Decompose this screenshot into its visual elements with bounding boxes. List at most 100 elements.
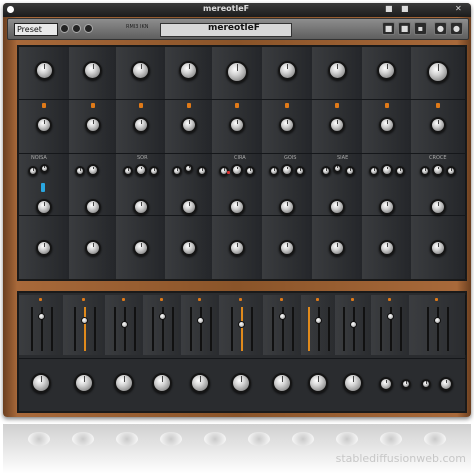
load-icon[interactable]: ■ <box>398 22 411 35</box>
control-knob[interactable] <box>308 373 328 393</box>
control-knob[interactable] <box>427 61 449 83</box>
fader-track[interactable] <box>190 307 192 351</box>
small-knob[interactable] <box>269 166 279 176</box>
control-knob[interactable] <box>432 164 444 176</box>
small-knob[interactable] <box>74 166 85 176</box>
control-knob[interactable] <box>430 199 446 215</box>
fader-track[interactable] <box>380 307 382 351</box>
control-knob[interactable] <box>231 164 243 176</box>
control-knob[interactable] <box>229 240 245 256</box>
control-knob[interactable] <box>184 164 193 173</box>
fader-track[interactable] <box>172 307 174 351</box>
fader-track[interactable] <box>343 307 345 351</box>
control-knob[interactable] <box>378 117 395 133</box>
control-knob[interactable] <box>229 199 245 215</box>
control-knob[interactable] <box>272 373 292 393</box>
fader-cap[interactable] <box>387 313 394 320</box>
control-knob[interactable] <box>378 240 395 256</box>
maximize-icon[interactable]: ■ <box>401 4 409 13</box>
fader-track[interactable] <box>152 307 154 351</box>
control-knob[interactable] <box>131 61 150 80</box>
control-knob[interactable] <box>36 240 52 256</box>
fader-track[interactable] <box>328 307 330 351</box>
control-knob[interactable] <box>34 61 54 80</box>
control-knob[interactable] <box>132 240 149 256</box>
control-knob[interactable] <box>377 61 396 80</box>
control-knob[interactable] <box>281 164 293 176</box>
control-knob[interactable] <box>179 61 198 80</box>
control-knob[interactable] <box>132 117 149 133</box>
control-knob[interactable] <box>329 117 345 133</box>
fader-cap[interactable] <box>121 321 128 328</box>
fader-cap[interactable] <box>315 317 322 324</box>
small-knob[interactable] <box>27 166 38 176</box>
control-knob[interactable] <box>39 164 49 173</box>
control-knob[interactable] <box>430 240 446 256</box>
control-knob[interactable] <box>74 373 94 393</box>
fader-cap[interactable] <box>279 313 286 320</box>
control-knob[interactable] <box>226 61 248 83</box>
fader-track[interactable] <box>210 307 212 351</box>
control-knob[interactable] <box>83 61 102 80</box>
options-icon[interactable]: ▪ <box>414 22 427 35</box>
link-icon[interactable] <box>84 24 93 33</box>
control-knob[interactable] <box>378 199 395 215</box>
fader-track[interactable] <box>251 307 253 351</box>
small-knob[interactable] <box>439 377 453 391</box>
fader-track[interactable] <box>31 307 33 351</box>
control-knob[interactable] <box>329 199 345 215</box>
fader-track[interactable] <box>51 307 53 351</box>
control-knob[interactable] <box>152 373 172 393</box>
control-knob[interactable] <box>279 240 295 256</box>
small-knob[interactable] <box>421 379 431 389</box>
control-knob[interactable] <box>343 373 363 393</box>
exit-icon[interactable]: ● <box>450 22 463 35</box>
fader-track[interactable] <box>318 307 320 351</box>
fader-track[interactable] <box>200 307 202 351</box>
control-knob[interactable] <box>430 117 446 133</box>
control-knob[interactable] <box>279 117 295 133</box>
control-knob[interactable] <box>229 117 245 133</box>
control-knob[interactable] <box>31 373 51 393</box>
control-knob[interactable] <box>231 373 251 393</box>
control-knob[interactable] <box>36 117 52 133</box>
small-knob[interactable] <box>122 166 133 176</box>
small-knob[interactable] <box>245 166 255 176</box>
fader-track[interactable] <box>400 307 402 351</box>
control-knob[interactable] <box>180 199 197 215</box>
control-knob[interactable] <box>190 373 210 393</box>
control-knob[interactable] <box>180 117 197 133</box>
control-knob[interactable] <box>84 117 101 133</box>
control-knob[interactable] <box>279 199 295 215</box>
fader-cap[interactable] <box>197 317 204 324</box>
fader-track[interactable] <box>363 307 365 351</box>
control-knob[interactable] <box>329 240 345 256</box>
fader-track[interactable] <box>437 307 439 351</box>
fader-cap[interactable] <box>81 317 88 324</box>
settings-icon[interactable] <box>72 24 81 33</box>
control-knob[interactable] <box>134 164 147 176</box>
small-knob[interactable] <box>401 379 411 389</box>
control-knob[interactable] <box>84 240 101 256</box>
fader-track[interactable] <box>74 307 76 351</box>
fader-cap[interactable] <box>238 321 245 328</box>
small-knob[interactable] <box>320 166 331 176</box>
fader-track[interactable] <box>84 307 86 351</box>
control-knob[interactable] <box>327 61 347 80</box>
fader-cap[interactable] <box>350 321 357 328</box>
power-icon[interactable] <box>60 24 69 33</box>
fader-track[interactable] <box>292 307 294 351</box>
fader-track[interactable] <box>308 307 310 351</box>
record-icon[interactable] <box>7 6 14 13</box>
control-knob[interactable] <box>332 164 342 173</box>
small-knob[interactable] <box>368 166 379 176</box>
fader-track[interactable] <box>353 307 355 351</box>
small-knob[interactable] <box>148 166 159 176</box>
fader-track[interactable] <box>124 307 126 351</box>
small-knob[interactable] <box>196 166 207 176</box>
close-icon[interactable]: ✕ <box>455 4 462 13</box>
small-knob[interactable] <box>420 166 430 176</box>
control-knob[interactable] <box>380 164 393 176</box>
fader-cap[interactable] <box>38 313 45 320</box>
fader-cap[interactable] <box>159 313 166 320</box>
